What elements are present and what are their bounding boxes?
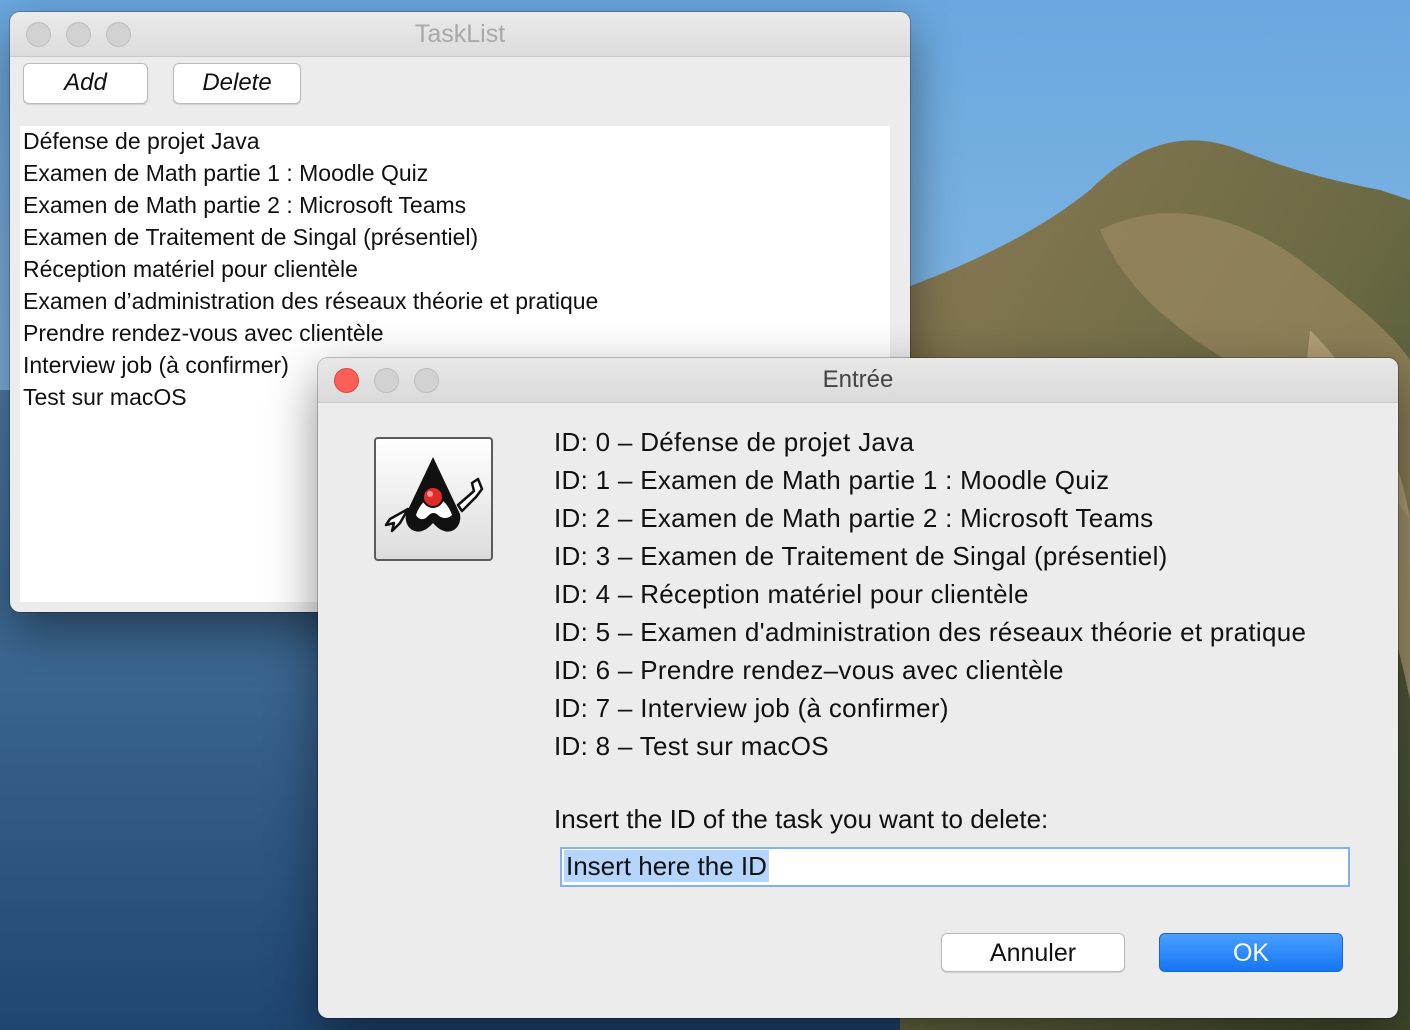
dialog-titlebar[interactable]: Entrée [318,358,1398,403]
list-item[interactable]: Examen d’administration des réseaux théo… [23,288,598,315]
minimize-window-button[interactable] [66,22,91,47]
list-item[interactable]: Examen de Math partie 1 : Moodle Quiz [23,160,428,187]
list-item[interactable]: Examen de Traitement de Singal (présenti… [23,224,478,251]
ok-button[interactable]: OK [1159,933,1343,972]
task-id-line: ID: 4 – Réception matériel pour clientèl… [554,579,1029,609]
list-item[interactable]: Interview job (à confirmer) [23,352,289,379]
minimize-dialog-button[interactable] [374,368,399,393]
window-title: TaskList [414,20,506,48]
task-id-line: ID: 3 – Examen de Traitement de Singal (… [554,541,1168,571]
zoom-dialog-button[interactable] [414,368,439,393]
list-item[interactable]: Prendre rendez-vous avec clientèle [23,320,384,347]
close-dialog-button[interactable] [334,368,359,393]
task-id-line: ID: 1 – Examen de Math partie 1 : Moodle… [554,465,1110,495]
list-item[interactable]: Test sur macOS [23,384,187,411]
input-prompt: Insert the ID of the task you want to de… [554,804,1049,834]
list-item[interactable]: Examen de Math partie 2 : Microsoft Team… [23,192,466,219]
zoom-window-button[interactable] [106,22,131,47]
cancel-button[interactable]: Annuler [941,933,1125,972]
task-id-line: ID: 8 – Test sur macOS [554,731,829,761]
task-id-line: ID: 5 – Examen d'administration des rése… [554,617,1307,647]
delete-button[interactable]: Delete [173,63,301,104]
list-item[interactable]: Réception matériel pour clientèle [23,256,358,283]
close-window-button[interactable] [26,22,51,47]
task-id-line: ID: 0 – Défense de projet Java [554,427,915,457]
java-duke-icon [374,437,493,561]
input-dialog: Entrée ID: 0 – Défense de projet Java ID… [318,358,1398,1018]
task-id-line: ID: 6 – Prendre rendez–vous avec clientè… [554,655,1064,685]
id-input-field[interactable]: Insert here the ID [560,847,1350,887]
tasklist-titlebar[interactable]: TaskList [10,12,910,57]
dialog-title: Entrée [822,366,894,393]
task-id-line: ID: 2 – Examen de Math partie 2 : Micros… [554,503,1154,533]
task-id-line: ID: 7 – Interview job (à confirmer) [554,693,949,723]
id-input-selected-text[interactable]: Insert here the ID [564,850,769,882]
list-item[interactable]: Défense de projet Java [23,128,260,155]
add-button[interactable]: Add [23,63,148,104]
